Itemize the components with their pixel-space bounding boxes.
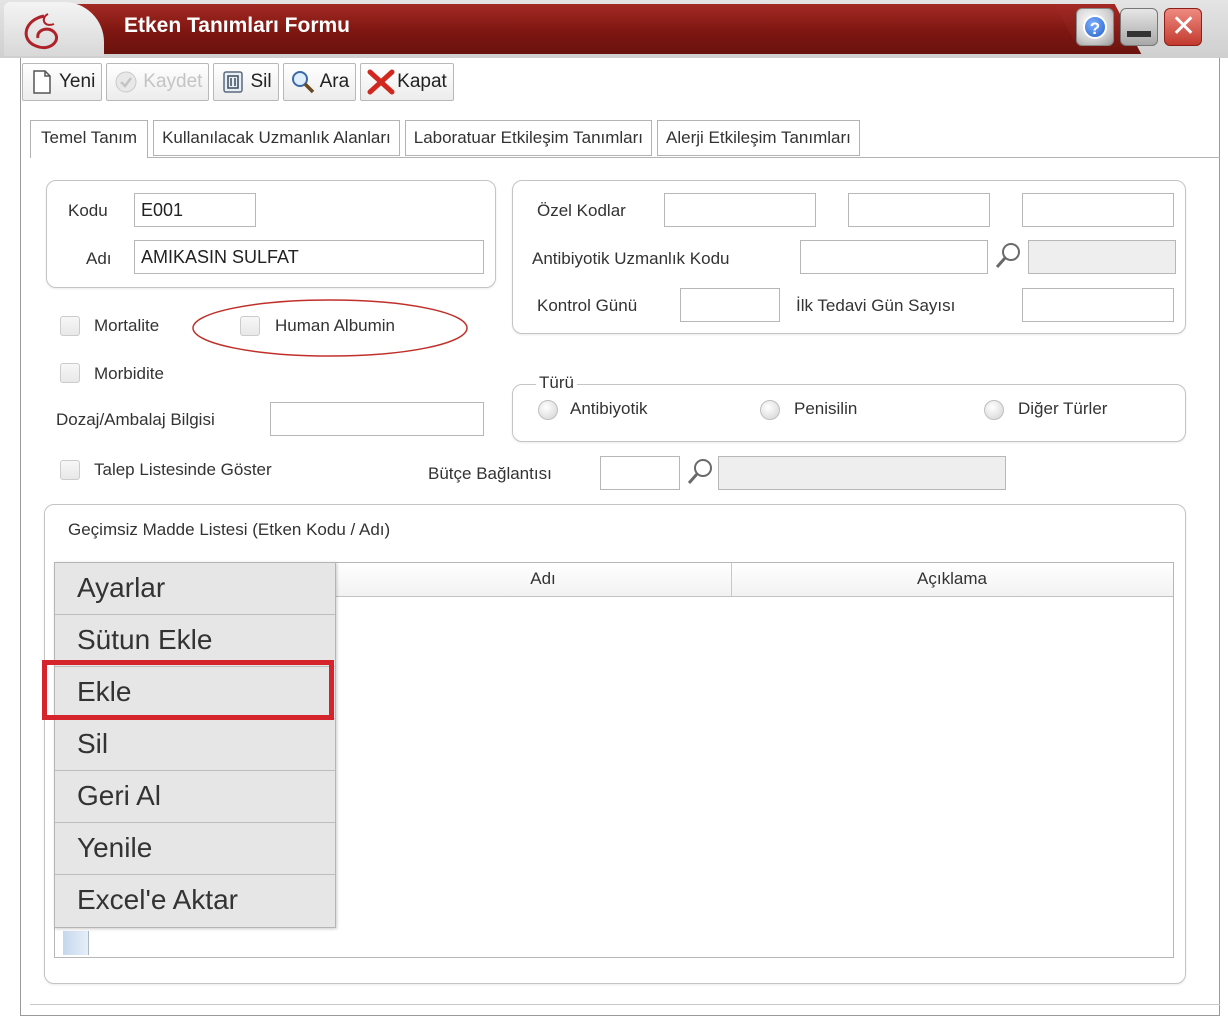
app-logo	[4, 2, 104, 56]
penicillin-radio-label: Penisilin	[794, 399, 858, 418]
first-treatment-label: İlk Tedavi Gün Sayısı	[796, 296, 956, 315]
other-types-radio-label: Diğer Türler	[1018, 399, 1108, 418]
request-list-label: Talep Listesinde Göster	[94, 460, 272, 479]
dosage-input[interactable]	[270, 402, 484, 436]
close-icon: ✕	[1171, 10, 1197, 43]
code-label: Kodu	[68, 201, 108, 220]
annotation-ellipse	[192, 299, 468, 357]
new-button-label: Yeni	[59, 71, 96, 92]
budget-lookup-icon[interactable]	[684, 456, 716, 488]
help-icon: ?	[1083, 15, 1107, 39]
mortalite-checkbox[interactable]	[60, 316, 80, 336]
new-button[interactable]: Yeni	[22, 63, 103, 101]
antibiotic-radio[interactable]	[538, 400, 558, 420]
antibiotic-code-label: Antibiyotik Uzmanlık Kodu	[532, 249, 730, 268]
tab-basic-definition[interactable]: Temel Tanım	[30, 120, 149, 158]
first-treatment-input[interactable]	[1022, 288, 1174, 322]
antibiotic-code-desc	[1028, 240, 1176, 274]
column-header-name[interactable]: Adı	[355, 563, 731, 597]
budget-desc	[718, 456, 1006, 490]
type-legend: Türü	[536, 373, 577, 393]
antibiotic-lookup-icon[interactable]	[992, 240, 1024, 272]
morbidite-checkbox[interactable]	[60, 363, 80, 383]
budget-label: Bütçe Bağlantısı	[428, 464, 552, 483]
name-input[interactable]: AMIKASIN SULFAT	[134, 240, 484, 274]
checkmark-icon	[113, 69, 139, 95]
menu-item-export-excel[interactable]: Excel'e Aktar	[55, 875, 335, 927]
antibiotic-code-input[interactable]	[800, 240, 988, 274]
window-titlebar: Etken Tanımları Formu ? ✕	[0, 0, 1228, 58]
search-button[interactable]: Ara	[282, 63, 357, 101]
incompatible-list-title: Geçimsiz Madde Listesi (Etken Kodu / Adı…	[68, 520, 391, 539]
save-button[interactable]: Kaydet	[106, 63, 210, 101]
swirl-logo-icon	[24, 13, 59, 49]
column-header-description[interactable]: Açıklama	[732, 563, 1172, 597]
minimize-icon	[1127, 31, 1151, 37]
red-x-icon	[367, 69, 395, 95]
search-button-label: Ara	[319, 71, 350, 92]
tab-lab-interactions[interactable]: Laboratuar Etkileşim Tanımları	[404, 120, 653, 156]
special-codes-label: Özel Kodlar	[537, 201, 626, 220]
close-window-button[interactable]: ✕	[1164, 8, 1202, 46]
menu-item-settings[interactable]: Ayarlar	[55, 563, 335, 615]
bottom-divider	[30, 1004, 1220, 1005]
menu-item-delete[interactable]: Sil	[55, 719, 335, 771]
save-button-label: Kaydet	[143, 71, 203, 92]
delete-button-label: Sil	[250, 71, 272, 92]
morbidite-label: Morbidite	[94, 364, 164, 383]
horizontal-scrollbar-thumb[interactable]	[63, 931, 89, 955]
help-button[interactable]: ?	[1076, 8, 1114, 46]
control-day-input[interactable]	[680, 288, 780, 322]
toolbar: Yeni Kaydet Sil Ara Kapat	[22, 63, 454, 103]
special-code-3-input[interactable]	[1022, 193, 1174, 227]
request-list-checkbox[interactable]	[60, 460, 80, 480]
highlight-annotation-box	[42, 660, 334, 720]
name-label: Adı	[86, 249, 112, 268]
penicillin-radio[interactable]	[760, 400, 780, 420]
tab-bar: Temel Tanım Kullanılacak Uzmanlık Alanla…	[30, 120, 860, 158]
menu-item-undo[interactable]: Geri Al	[55, 771, 335, 823]
budget-input[interactable]	[600, 456, 680, 490]
trash-icon	[220, 69, 246, 95]
minimize-button[interactable]	[1120, 8, 1158, 46]
dosage-label: Dozaj/Ambalaj Bilgisi	[56, 410, 215, 429]
mortalite-label: Mortalite	[94, 316, 160, 335]
close-button[interactable]: Kapat	[360, 63, 454, 101]
new-document-icon	[29, 69, 55, 95]
special-code-2-input[interactable]	[848, 193, 990, 227]
delete-button[interactable]: Sil	[213, 63, 279, 101]
code-input[interactable]: E001	[134, 193, 256, 227]
tab-specialty-areas[interactable]: Kullanılacak Uzmanlık Alanları	[153, 120, 400, 156]
antibiotic-radio-label: Antibiyotik	[570, 399, 648, 418]
tab-allergy-interactions[interactable]: Alerji Etkileşim Tanımları	[657, 120, 860, 156]
context-menu: Ayarlar Sütun Ekle Ekle Sil Geri Al Yeni…	[54, 562, 336, 928]
magnifier-icon	[290, 69, 316, 95]
control-day-label: Kontrol Günü	[537, 296, 638, 315]
menu-item-refresh[interactable]: Yenile	[55, 823, 335, 875]
close-button-label: Kapat	[397, 71, 447, 92]
other-types-radio[interactable]	[984, 400, 1004, 420]
special-code-1-input[interactable]	[664, 193, 816, 227]
window-title: Etken Tanımları Formu	[124, 14, 350, 37]
